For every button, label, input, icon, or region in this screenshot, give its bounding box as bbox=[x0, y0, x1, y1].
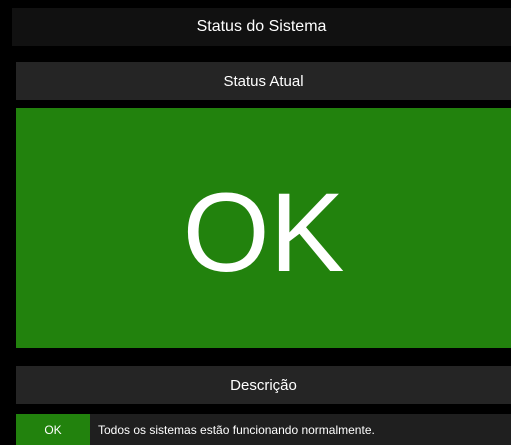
status-badge: OK bbox=[16, 414, 90, 445]
description-row: OK Todos os sistemas estão funcionando n… bbox=[16, 414, 511, 445]
description-header: Descrição bbox=[16, 366, 511, 404]
status-content: Status Atual OK Descrição OK Todos os si… bbox=[12, 48, 511, 445]
current-status-panel: OK bbox=[16, 108, 511, 348]
current-status-value: OK bbox=[182, 170, 345, 295]
current-status-header: Status Atual bbox=[16, 62, 511, 100]
status-description: Todos os sistemas estão funcionando norm… bbox=[98, 422, 375, 437]
description-title: Descrição bbox=[230, 376, 297, 394]
window-title: Status do Sistema bbox=[196, 18, 327, 35]
current-status-title: Status Atual bbox=[223, 72, 304, 90]
system-status-window: Status do Sistema Status Atual OK Descri… bbox=[0, 0, 511, 445]
window-titlebar: Status do Sistema bbox=[12, 8, 511, 48]
